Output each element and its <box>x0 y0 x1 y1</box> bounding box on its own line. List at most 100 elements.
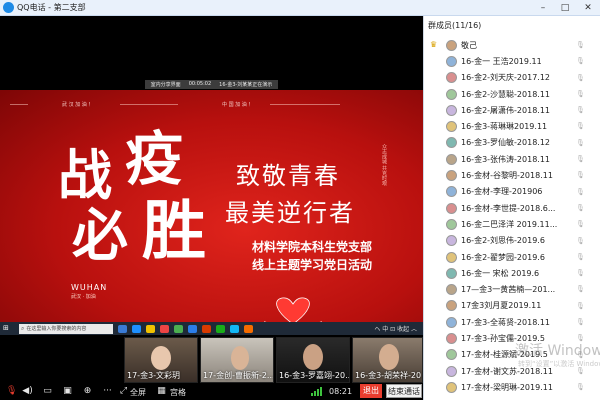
mic-muted-icon: 🎙 <box>576 318 585 327</box>
member-name: 16-金2-刘思伟-2019.6 <box>461 236 545 246</box>
member-name: 16-金材-谷黎明-2018.11 <box>461 171 553 181</box>
mic-muted-icon: 🎙 <box>576 171 585 180</box>
minimize-icon[interactable]: – <box>532 0 554 16</box>
app-icon[interactable] <box>244 324 253 333</box>
member-name: 16-金2-屠潇伟-2018.11 <box>461 105 551 115</box>
member-row[interactable]: 16-金2-刘天庆-2017.12 🎙 <box>424 70 600 86</box>
avatar <box>446 202 457 214</box>
share-screen-icon[interactable]: ▣ <box>62 386 73 397</box>
member-row[interactable]: 16-金3-蒋琳琳2019.11 🎙 <box>424 118 600 134</box>
poster-char: 疫 <box>125 125 184 193</box>
taskbar-search-placeholder: 在这里输入你要搜索的内容 <box>26 326 87 332</box>
mic-muted-icon: 🎙 <box>576 236 585 245</box>
exit-button[interactable]: 退出 <box>360 384 382 398</box>
mic-muted-icon: 🎙 <box>576 57 585 66</box>
poster-divider <box>10 104 28 105</box>
mic-muted-icon: 🎙 <box>576 41 585 49</box>
member-name: 16-金2-翟梦园-2019.6 <box>461 252 545 262</box>
speaker-icon[interactable]: ◀) <box>22 386 33 397</box>
member-row[interactable]: 16-金一 宋松 2019.6 🎙 <box>424 265 600 281</box>
participant-video[interactable]: 16-金3-胡荣祥-20... <box>352 337 423 383</box>
system-tray[interactable]: ヘ 中 ⊡ 收起 ︿ <box>374 324 417 333</box>
participant-video[interactable]: 17-金3-文彩玥 <box>124 337 198 383</box>
member-row[interactable]: 16-金材-李理-201906 🎙 <box>424 184 600 200</box>
fullscreen-label[interactable]: 全屏 <box>130 387 146 398</box>
member-row[interactable]: ♛ 敬己 🎙 <box>424 37 600 53</box>
mic-muted-icon: 🎙 <box>576 122 585 131</box>
mic-muted-icon: 🎙 <box>576 89 585 98</box>
member-row[interactable]: 16-金2-翟梦园-2019.6 🎙 <box>424 249 600 265</box>
fullscreen-icon[interactable]: ⤢ <box>118 386 129 397</box>
member-row[interactable]: 16-金材-谷黎明-2018.11 🎙 <box>424 167 600 183</box>
mic-muted-icon: 🎙 <box>576 106 585 115</box>
member-row[interactable]: 16-金材-李世提-2018.6... 🎙 <box>424 200 600 216</box>
taskbar-search-box[interactable]: ⌕ 在这里输入你要搜索的内容 <box>19 323 113 334</box>
avatar <box>446 153 457 165</box>
mic-muted-icon: 🎙 <box>576 252 585 261</box>
member-name: 17-金3-全蒋贤-2018.11 <box>461 317 551 327</box>
mic-muted-icon: 🎙 <box>576 220 585 229</box>
poster-char: 战 <box>58 143 112 207</box>
qq-icon[interactable] <box>230 324 239 333</box>
mic-muted-icon: 🎙 <box>576 301 585 310</box>
member-row[interactable]: 16-金一 王浩2019.11 🎙 <box>424 53 600 69</box>
member-row[interactable]: 17-金3-全蒋贤-2018.11 🎙 <box>424 314 600 330</box>
heart-hands-icon <box>264 297 322 322</box>
member-row[interactable]: 16-金二巴泽洋 2019.11... 🎙 <box>424 216 600 232</box>
app-icon[interactable] <box>188 324 197 333</box>
maximize-icon[interactable]: □ <box>554 0 576 16</box>
video-area: 室内分享界面 00:05:02 16-金3-刘某某正在演示 武 汉 加 油 ！ … <box>0 16 423 400</box>
screen-share: 室内分享界面 00:05:02 16-金3-刘某某正在演示 武 汉 加 油 ！ … <box>0 79 423 335</box>
member-row[interactable]: 16-金3-罗仙敏-2018.12 🎙 <box>424 135 600 151</box>
avatar <box>446 104 457 116</box>
participant-video[interactable]: 17-金创-曹振新-2... <box>200 337 274 383</box>
powerpoint-icon[interactable] <box>202 324 211 333</box>
mic-muted-icon: 🎙 <box>576 138 585 147</box>
participant-video[interactable]: 16-金3-罗嘉翊-20... <box>276 337 350 383</box>
participant-face <box>379 344 399 370</box>
windows-start-icon[interactable]: ⊞ <box>3 324 13 333</box>
mic-muted-icon: 🎙 <box>576 285 585 294</box>
member-row[interactable]: 17-金材-梁明琳-2019.11 🎙 <box>424 379 600 395</box>
windows-taskbar: ⊞ ⌕ 在这里输入你要搜索的内容 ヘ 中 ⊡ 收起 ︿ <box>0 322 423 335</box>
poster-wuhan: WUHAN <box>71 283 108 292</box>
member-name: 17—金3一黄茜楠—201... <box>461 285 556 295</box>
participant-name: 16-金3-胡荣祥-20... <box>355 371 423 380</box>
share-timer: 00:05:02 <box>188 81 212 87</box>
grid-icon[interactable]: ▦ <box>156 386 167 397</box>
activation-watermark: 激活 Windows <box>515 343 600 359</box>
member-row[interactable]: 16-金3-张伟涛-2018.11 🎙 <box>424 151 600 167</box>
member-row[interactable]: 16-金2-屠潇伟-2018.11 🎙 <box>424 102 600 118</box>
mic-muted-icon: 🎙 <box>576 203 585 212</box>
grid-label[interactable]: 宫格 <box>170 387 186 398</box>
mic-muted-icon: 🎙 <box>576 73 585 82</box>
more-icon[interactable]: ··· <box>102 386 113 397</box>
mic-muted-icon: 🎙 <box>576 187 585 196</box>
poster-heading-1: 致敬青春 <box>236 162 340 190</box>
member-name: 16-金3-蒋琳琳2019.11 <box>461 122 548 132</box>
folder-icon[interactable] <box>146 324 155 333</box>
app-icon[interactable] <box>174 324 183 333</box>
participant-name: 17-金3-文彩玥 <box>127 371 181 380</box>
task-view-icon[interactable] <box>118 324 127 333</box>
participant-face <box>231 346 249 370</box>
mic-muted-icon: 🎙 <box>576 383 585 392</box>
window-title: QQ电话 - 第二支部 <box>17 3 86 12</box>
member-row[interactable]: 17金3刘月夏2019.11 🎙 <box>424 298 600 314</box>
member-row[interactable]: 16-金2-沙慧聪-2018.11 🎙 <box>424 86 600 102</box>
camera-icon[interactable]: ▭ <box>42 386 53 397</box>
mute-mic-icon[interactable]: 🎙 <box>6 386 17 397</box>
wechat-icon[interactable] <box>216 324 225 333</box>
edge-icon[interactable] <box>132 324 141 333</box>
qq-call-window: QQ电话 - 第二支部 – □ ✕ 室内分享界面 00:05:02 16-金3-… <box>0 0 600 400</box>
avatar <box>446 251 457 263</box>
member-name: 16-金材-李世提-2018.6... <box>461 203 556 213</box>
app-icon[interactable] <box>160 324 169 333</box>
member-row[interactable]: 17—金3一黄茜楠—201... 🎙 <box>424 281 600 297</box>
invite-icon[interactable]: ⊕ <box>82 386 93 397</box>
call-toolbar: 🎙 ◀) ▭ ▣ ⊕ ··· ⤢ 全屏 ▦ 宫格 08:21 退出 结束通话 <box>0 383 423 400</box>
member-row[interactable]: 16-金2-刘思伟-2019.6 🎙 <box>424 233 600 249</box>
qq-logo-icon <box>3 2 14 13</box>
close-icon[interactable]: ✕ <box>577 0 599 16</box>
end-call-button[interactable]: 结束通话 <box>386 384 422 398</box>
